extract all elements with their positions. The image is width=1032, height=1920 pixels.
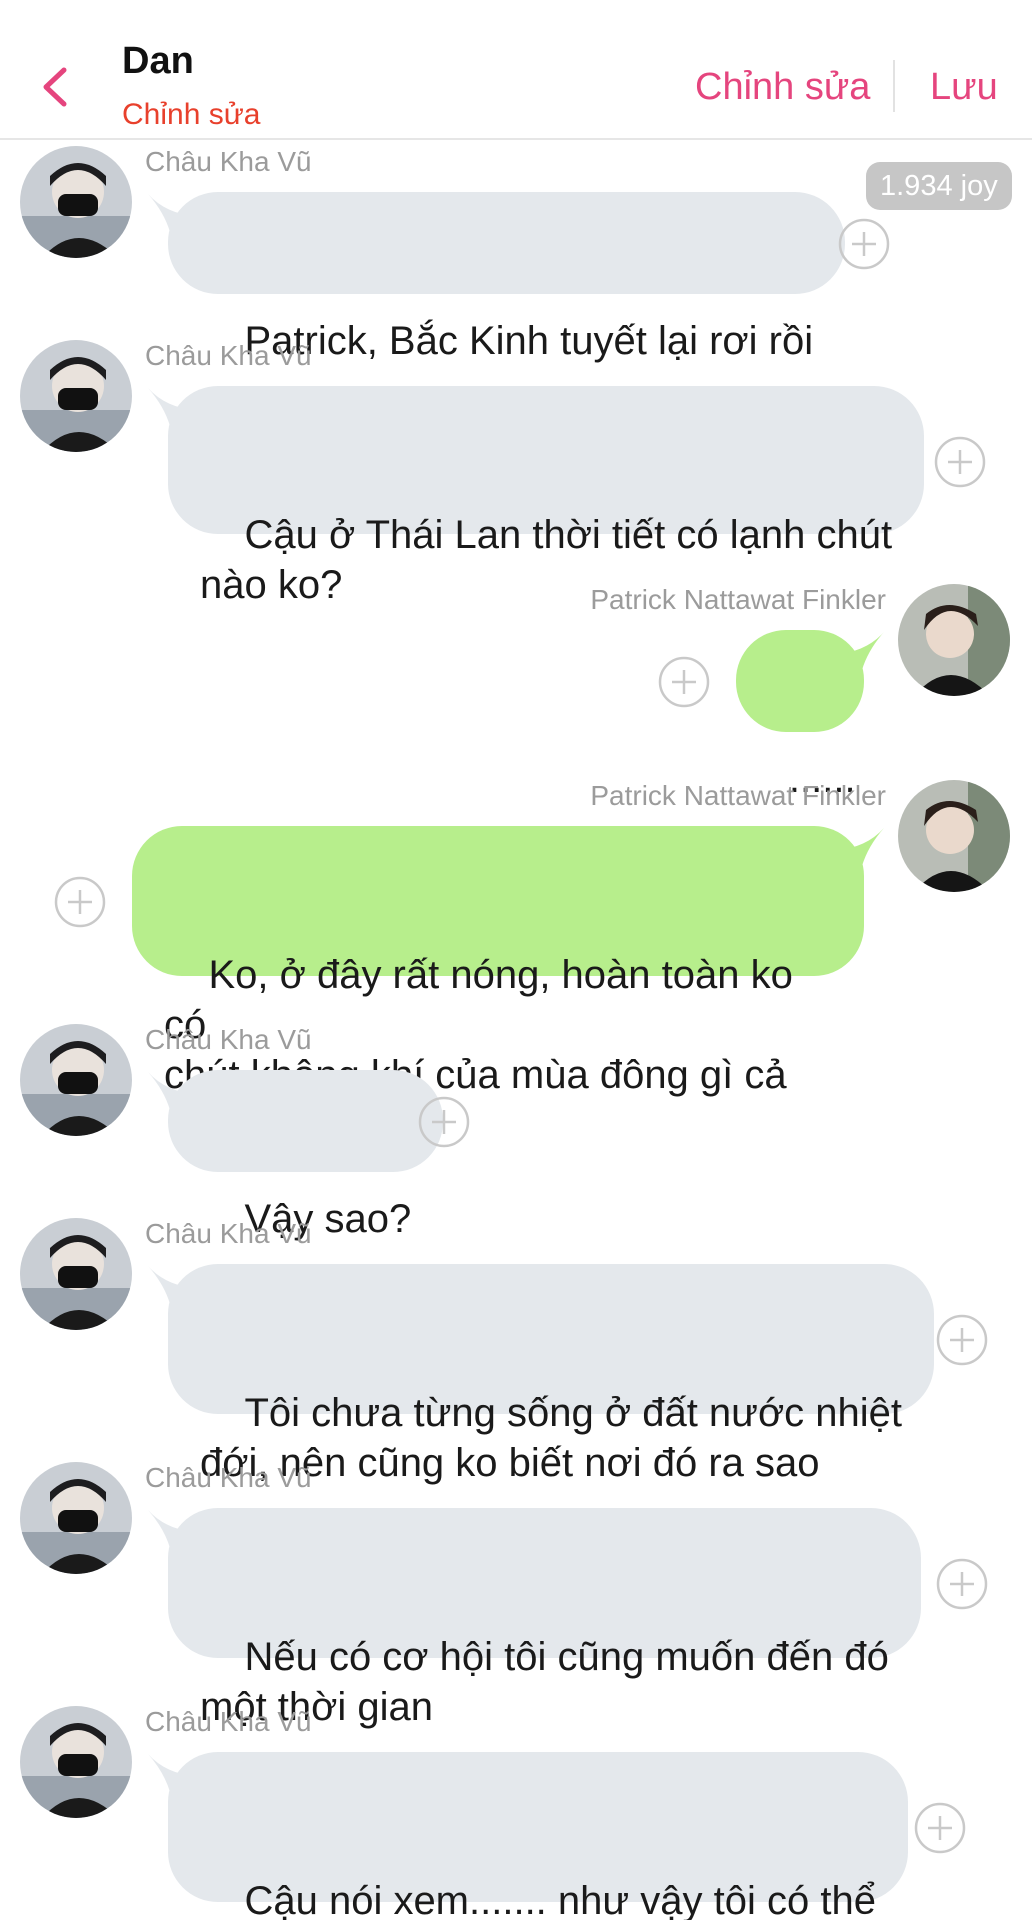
sender-name: Patrick Nattawat Finkler bbox=[590, 780, 886, 811]
sender-name: Châu Kha Vũ bbox=[145, 1024, 312, 1055]
sender-name: Châu Kha Vũ bbox=[145, 1218, 312, 1249]
bubble-tail bbox=[148, 1072, 196, 1110]
message-text: Cậu nói xem....... như vậy tôi có thể hi… bbox=[244, 1879, 876, 1920]
add-reaction-icon[interactable] bbox=[418, 1096, 470, 1148]
add-reaction-icon[interactable] bbox=[936, 1558, 988, 1610]
message-bubble[interactable]: Ko, ở đây rất nóng, hoàn toàn ko có chút… bbox=[132, 826, 884, 1097]
chat-subtitle[interactable]: Chỉnh sửa bbox=[122, 98, 261, 132]
avatar[interactable] bbox=[20, 1462, 132, 1574]
header-divider bbox=[893, 60, 895, 112]
message-bubble[interactable]: Patrick, Bắc Kinh tuyết lại rơi rồi bbox=[148, 192, 846, 363]
message-bubble[interactable]: Vậy sao? bbox=[148, 1070, 444, 1241]
sender-name: Patrick Nattawat Finkler bbox=[590, 584, 886, 615]
save-button[interactable]: Lưu bbox=[930, 66, 998, 109]
avatar[interactable] bbox=[898, 780, 1010, 892]
bubble-tail bbox=[148, 1266, 196, 1304]
avatar[interactable] bbox=[898, 584, 1010, 696]
add-reaction-icon[interactable] bbox=[914, 1802, 966, 1854]
bubble-tail bbox=[836, 632, 884, 670]
avatar[interactable] bbox=[20, 340, 132, 452]
bubble-tail bbox=[148, 194, 196, 232]
avatar[interactable] bbox=[20, 1024, 132, 1136]
add-reaction-icon[interactable] bbox=[838, 218, 890, 270]
add-reaction-icon[interactable] bbox=[658, 656, 710, 708]
bubble-tail bbox=[148, 1510, 196, 1548]
add-reaction-icon[interactable] bbox=[936, 1314, 988, 1366]
avatar[interactable] bbox=[20, 1706, 132, 1818]
back-chevron-icon[interactable] bbox=[38, 62, 72, 112]
message-bubble[interactable]: Tôi chưa từng sống ở đất nước nhiệt đới,… bbox=[148, 1264, 935, 1485]
sender-name: Châu Kha Vũ bbox=[145, 1462, 312, 1493]
avatar[interactable] bbox=[20, 1218, 132, 1330]
avatar[interactable] bbox=[20, 146, 132, 258]
chat-title: Dan bbox=[122, 40, 194, 82]
chat-header: Dan Chỉnh sửa Chỉnh sửa Lưu bbox=[0, 0, 1032, 140]
bubble-tail bbox=[148, 1754, 196, 1792]
joy-badge: 1.934 joy bbox=[866, 162, 1012, 210]
edit-button[interactable]: Chỉnh sửa bbox=[695, 66, 870, 109]
sender-name: Châu Kha Vũ bbox=[145, 340, 312, 371]
add-reaction-icon[interactable] bbox=[934, 436, 986, 488]
bubble-tail bbox=[836, 828, 884, 866]
message-bubble[interactable]: Cậu nói xem....... như vậy tôi có thể hi… bbox=[148, 1752, 908, 1920]
message-bubble[interactable]: Nếu có cơ hội tôi cũng muốn đến đó một t… bbox=[148, 1508, 921, 1729]
sender-name: Châu Kha Vũ bbox=[145, 146, 312, 177]
add-reaction-icon[interactable] bbox=[54, 876, 106, 928]
message-bubble[interactable]: ...... bbox=[736, 630, 884, 801]
bubble-tail bbox=[148, 388, 196, 426]
message-bubble[interactable]: Cậu ở Thái Lan thời tiết có lạnh chút nà… bbox=[148, 386, 925, 607]
message-text: Patrick, Bắc Kinh tuyết lại rơi rồi bbox=[244, 319, 814, 363]
sender-name: Châu Kha Vũ bbox=[145, 1706, 312, 1737]
